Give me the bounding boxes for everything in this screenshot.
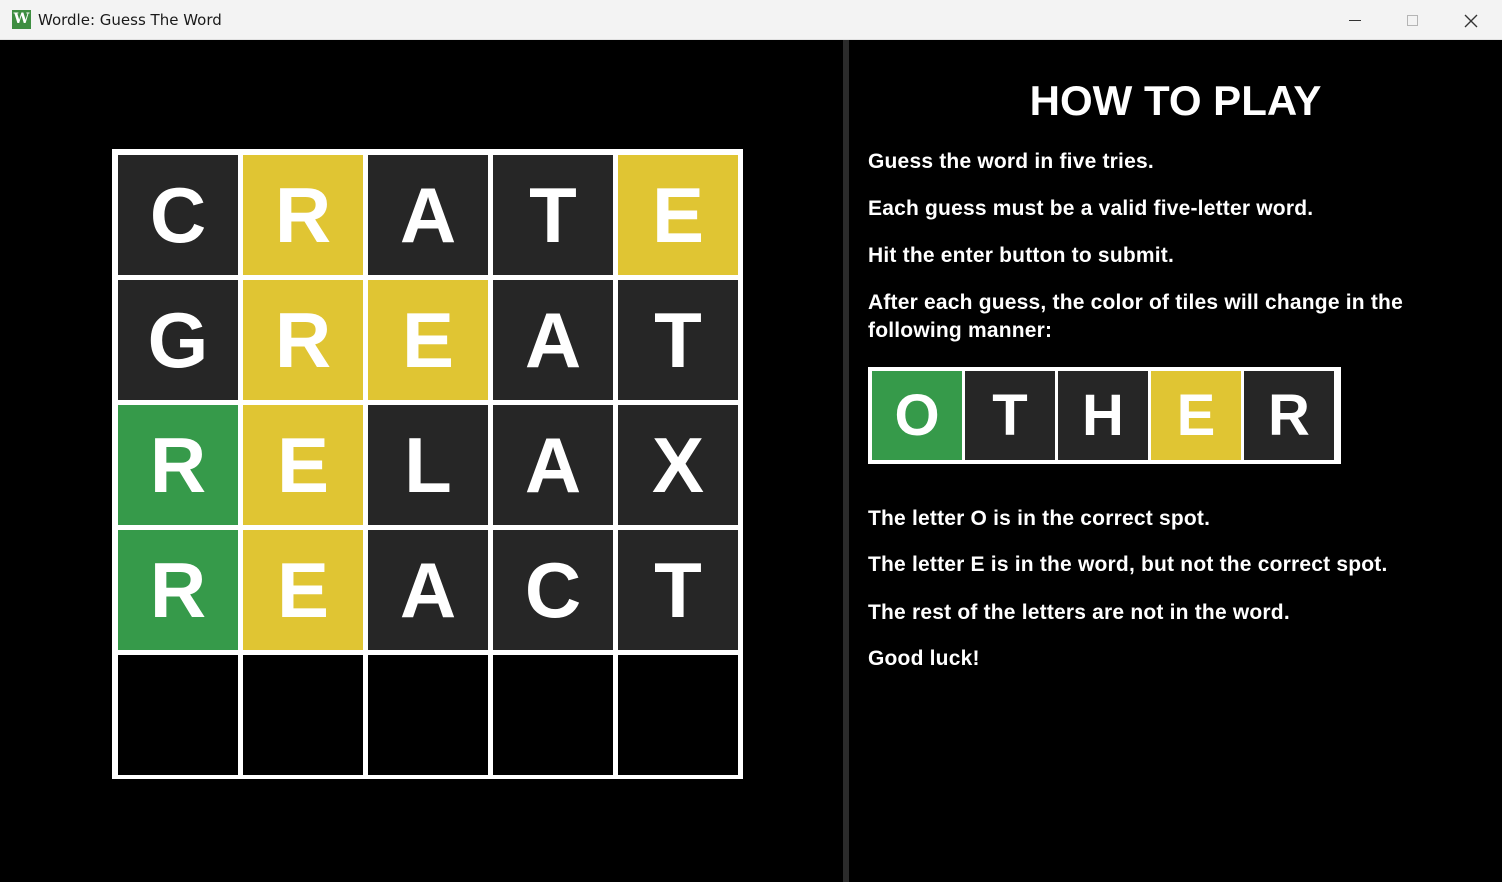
example-tile: R	[1244, 371, 1334, 460]
game-panel: CRATEGREATRELAXREACT	[2, 40, 843, 882]
example-tile: O	[872, 371, 962, 460]
example-word-row: OTHER	[868, 367, 1341, 464]
example-tile: H	[1058, 371, 1148, 460]
title-bar[interactable]: W Wordle: Guess The Word	[0, 0, 1502, 40]
minimize-button[interactable]	[1326, 0, 1384, 40]
app-window: W Wordle: Guess The Word CRATEGREATRELAX…	[0, 0, 1502, 882]
explanation-text: The letter O is in the correct spot.	[868, 507, 1211, 530]
letter-tile: C	[118, 155, 238, 275]
empty-tile	[618, 655, 738, 775]
example-tile: T	[965, 371, 1055, 460]
letter-tile: E	[618, 155, 738, 275]
letter-tile: G	[118, 280, 238, 400]
letter-tile: A	[493, 405, 613, 525]
maximize-button[interactable]	[1384, 0, 1442, 40]
maximize-icon	[1407, 15, 1418, 26]
empty-tile	[243, 655, 363, 775]
rule-text: After each guess, the color of tiles wil…	[868, 291, 1403, 342]
close-button[interactable]	[1442, 0, 1500, 40]
letter-tile: X	[618, 405, 738, 525]
rule-text: Guess the word in five tries.	[868, 150, 1154, 173]
letter-tile: R	[118, 530, 238, 650]
rule-text: Each guess must be a valid five-letter w…	[868, 197, 1314, 220]
example-tile: E	[1151, 371, 1241, 460]
explanation-text: Good luck!	[868, 647, 980, 670]
letter-tile: C	[493, 530, 613, 650]
close-icon	[1464, 14, 1478, 28]
empty-tile	[118, 655, 238, 775]
letter-tile: T	[618, 530, 738, 650]
letter-tile: E	[243, 530, 363, 650]
letter-tile: T	[618, 280, 738, 400]
letter-tile: R	[243, 155, 363, 275]
game-board: CRATEGREATRELAXREACT	[112, 149, 743, 779]
empty-tile	[493, 655, 613, 775]
window-title: Wordle: Guess The Word	[38, 11, 222, 29]
letter-tile: E	[368, 280, 488, 400]
explanation-text: The letter E is in the word, but not the…	[868, 553, 1388, 576]
letter-tile: E	[243, 405, 363, 525]
letter-tile: R	[243, 280, 363, 400]
how-to-play-panel: HOW TO PLAY Guess the word in five tries…	[849, 40, 1502, 882]
letter-tile: A	[493, 280, 613, 400]
explanation-text: The rest of the letters are not in the w…	[868, 601, 1290, 624]
letter-tile: T	[493, 155, 613, 275]
rule-text: Hit the enter button to submit.	[868, 244, 1175, 267]
how-to-play-title: HOW TO PLAY	[1029, 77, 1322, 124]
empty-tile	[368, 655, 488, 775]
minimize-icon	[1349, 20, 1361, 21]
letter-tile: L	[368, 405, 488, 525]
app-icon: W	[12, 10, 31, 29]
letter-tile: R	[118, 405, 238, 525]
letter-tile: A	[368, 155, 488, 275]
letter-tile: A	[368, 530, 488, 650]
